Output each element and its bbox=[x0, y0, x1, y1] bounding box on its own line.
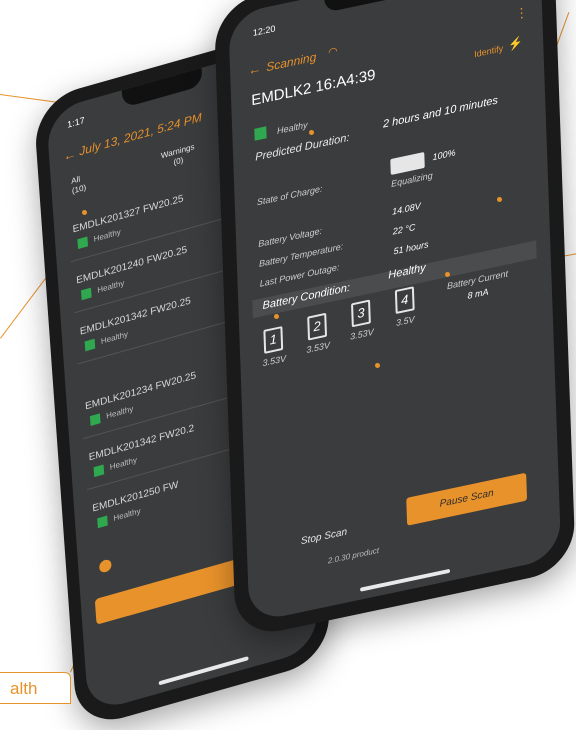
status-row: Healthy bbox=[254, 115, 308, 144]
cell-4-voltage: 3.5V bbox=[395, 314, 415, 328]
cell-2-voltage: 3.53V bbox=[306, 340, 331, 355]
caption-box: alth bbox=[0, 672, 71, 704]
voltage-label: Battery Voltage: bbox=[258, 225, 323, 250]
wifi-icon: ◠ bbox=[327, 45, 338, 60]
device-name[interactable]: EMDLK201327 FW20.25 bbox=[72, 193, 184, 235]
callout-dot bbox=[309, 130, 314, 135]
status-label: Healthy bbox=[276, 119, 308, 137]
cell-1-voltage: 3.53V bbox=[262, 353, 287, 369]
location-pin-icon[interactable]: ⬤ bbox=[98, 556, 112, 574]
device-status-label: Healthy bbox=[113, 506, 141, 523]
current-value: 8 mA bbox=[467, 286, 489, 301]
back-arrow-icon[interactable]: ← bbox=[63, 145, 77, 163]
identify-bolt-icon[interactable]: ⚡ bbox=[508, 35, 523, 52]
back-home-indicator bbox=[158, 656, 249, 686]
callout-dot bbox=[375, 363, 380, 368]
healthy-icon bbox=[84, 338, 96, 352]
front-notch bbox=[324, 0, 445, 13]
tab-warnings[interactable]: Warnings (0) bbox=[161, 142, 196, 171]
outage-value: 51 hours bbox=[393, 239, 429, 257]
predicted-value: 2 hours and 10 minutes bbox=[382, 94, 499, 131]
cell-4: 4 bbox=[394, 286, 415, 315]
device-status-label: Healthy bbox=[109, 455, 138, 472]
front-back-arrow-icon[interactable]: ← bbox=[248, 60, 262, 78]
healthy-icon bbox=[97, 515, 108, 529]
cell-2: 2 bbox=[307, 312, 328, 341]
soc-label: State of Charge: bbox=[256, 183, 323, 208]
front-phone: 12:20 ▂▄▆ ▭ ← Scanning ◠ ⋮ EMDLK2 16:A4:… bbox=[213, 0, 576, 640]
device-name[interactable]: EMDLK201342 FW20.25 bbox=[80, 296, 192, 338]
identify-button[interactable]: Identify bbox=[474, 43, 503, 59]
pause-scan-button[interactable]: Pause Scan bbox=[406, 472, 528, 526]
device-name[interactable]: EMDLK201342 FW20.2 bbox=[88, 423, 194, 464]
cell-3: 3 bbox=[351, 299, 371, 328]
healthy-icon bbox=[77, 236, 89, 250]
front-home-indicator bbox=[360, 568, 451, 592]
device-status-label: Healthy bbox=[100, 329, 129, 346]
front-phone-screen: 12:20 ▂▄▆ ▭ ← Scanning ◠ ⋮ EMDLK2 16:A4:… bbox=[228, 0, 562, 624]
healthy-icon bbox=[89, 413, 101, 427]
cell-1: 1 bbox=[263, 326, 284, 354]
device-name[interactable]: EMDLK201234 FW20.25 bbox=[85, 370, 197, 412]
back-notch bbox=[121, 68, 203, 109]
nav-title: Scanning bbox=[265, 49, 317, 75]
cell-3-voltage: 3.53V bbox=[350, 326, 374, 342]
front-kebab-icon[interactable]: ⋮ bbox=[515, 4, 529, 23]
soc-value: 100% bbox=[432, 147, 456, 163]
device-status-label: Healthy bbox=[93, 227, 122, 244]
caption-text: alth bbox=[10, 679, 38, 698]
healthy-icon bbox=[254, 126, 267, 141]
back-status-time: 1:17 bbox=[66, 115, 86, 130]
device-name[interactable]: EMDLK201240 FW20.25 bbox=[76, 244, 188, 286]
front-status-time: 12:20 bbox=[252, 23, 276, 39]
callout-dot bbox=[82, 210, 87, 215]
device-status-label: Healthy bbox=[96, 278, 125, 295]
callout-dot bbox=[445, 272, 450, 277]
battery-icon bbox=[390, 151, 425, 176]
healthy-icon bbox=[80, 287, 92, 301]
identify-label: Identify bbox=[473, 43, 504, 60]
healthy-icon bbox=[93, 464, 105, 478]
temp-value: 22 °C bbox=[392, 221, 416, 237]
callout-dot bbox=[497, 197, 502, 202]
tab-all[interactable]: All (10) bbox=[71, 173, 87, 197]
device-status-label: Healthy bbox=[105, 404, 134, 421]
callout-dot bbox=[274, 314, 279, 319]
voltage-value: 14.08V bbox=[391, 200, 421, 217]
